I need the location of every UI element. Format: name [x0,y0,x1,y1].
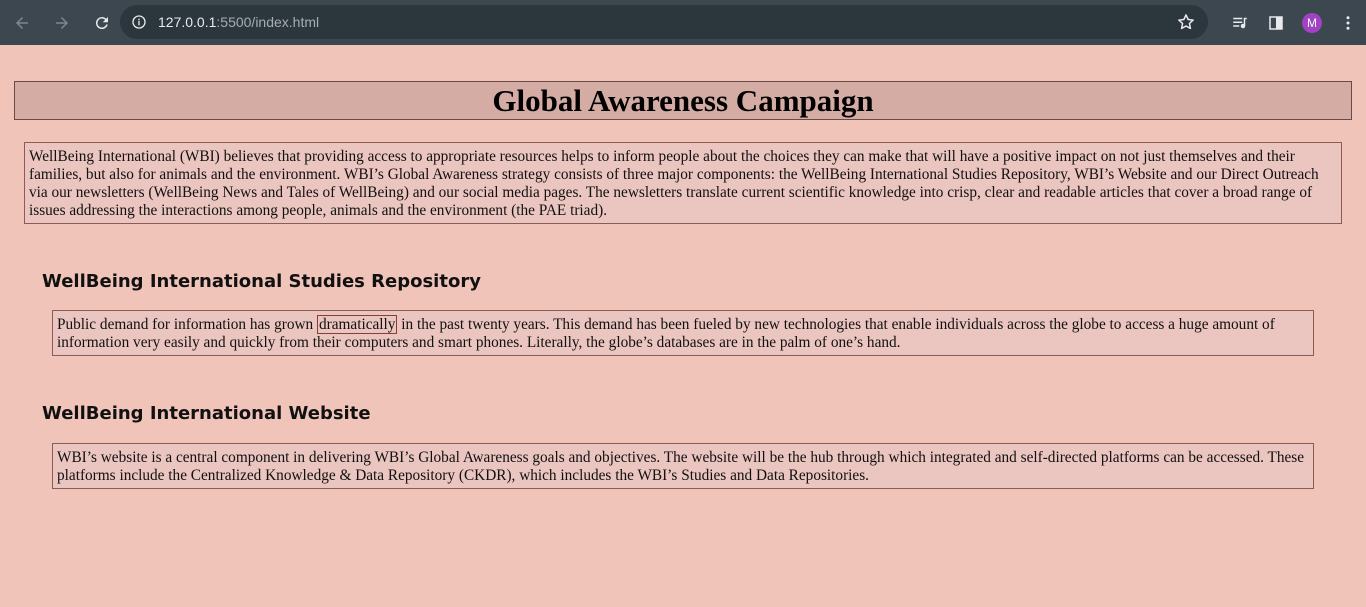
back-arrow-icon [16,16,28,29]
side-panel-icon[interactable] [1258,5,1294,41]
url-path: :5500/index.html [216,14,320,30]
repository-paragraph: Public demand for information has grown … [52,310,1314,356]
page-header: Global Awareness Campaign [14,81,1352,120]
section-heading-repository: WellBeing International Studies Reposito… [42,271,481,292]
forward-arrow-icon [56,16,68,29]
url-text[interactable]: 127.0.0.1:5500/index.html [158,14,319,30]
reload-icon [95,16,108,29]
menu-kebab-icon[interactable] [1330,5,1366,41]
profile-button[interactable]: M [1294,5,1330,41]
section-heading-website: WellBeing International Website [42,403,371,424]
address-bar[interactable]: 127.0.0.1:5500/index.html [120,5,1208,39]
website-paragraph: WBI’s website is a central component in … [52,443,1314,489]
site-info-icon[interactable] [130,13,148,31]
bookmark-star-icon[interactable] [1176,12,1196,32]
intro-paragraph: WellBeing International (WBI) believes t… [24,142,1342,224]
page-title: Global Awareness Campaign [492,82,874,118]
url-host: 127.0.0.1 [158,14,217,30]
back-button[interactable] [4,5,40,41]
reload-button[interactable] [84,5,120,41]
repository-text-before: Public demand for information has grown [57,316,317,333]
browser-toolbar: 127.0.0.1:5500/index.html M [0,0,1366,45]
avatar: M [1302,12,1322,33]
highlighted-word: dramatically [317,315,398,334]
media-controls-icon[interactable] [1222,5,1258,41]
forward-button[interactable] [44,5,80,41]
